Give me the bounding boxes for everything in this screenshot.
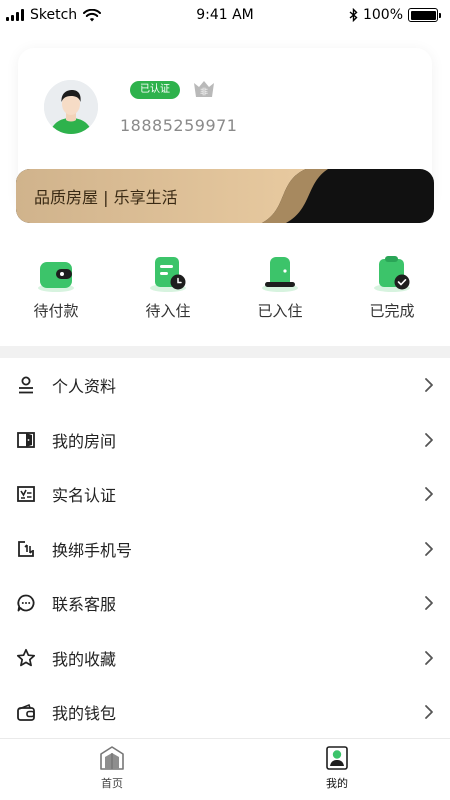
order-status-row: 待付款 待入住 已入住 已完成 (0, 250, 450, 330)
chevron-right-icon (425, 378, 433, 393)
room-door-icon (17, 431, 35, 448)
chevron-right-icon (425, 541, 433, 556)
order-label: 待入住 (145, 302, 191, 320)
profile-icon (19, 376, 33, 394)
wallet-icon (38, 262, 74, 292)
vip-label: 非 (200, 87, 208, 97)
menu-item-wallet[interactable]: 我的钱包 (0, 685, 450, 740)
order-label: 已入住 (257, 302, 303, 320)
chevron-right-icon (425, 596, 433, 611)
phone-swap-icon (18, 540, 34, 557)
promo-banner[interactable]: 品质房屋 | 乐享生活 (16, 169, 434, 223)
status-right: 100% (349, 7, 441, 23)
chevron-right-icon (425, 487, 433, 502)
order-completed[interactable]: 已完成 (336, 250, 448, 321)
section-divider (0, 346, 450, 358)
settings-menu: 个人资料 我的房间 实名认证 换绑手机号 联系客服 我的收藏 我的钱包 (0, 358, 450, 740)
tab-home[interactable]: 首页 (82, 745, 142, 791)
battery-percent: 100% (362, 7, 403, 23)
wallet-outline-icon (17, 704, 35, 722)
chevron-right-icon (425, 432, 433, 447)
banner-text: 品质房屋 | 乐享生活 (34, 188, 178, 207)
menu-item-customer-service[interactable]: 联系客服 (0, 576, 450, 631)
vip-crown-icon: 非 (194, 81, 214, 97)
home-icon (100, 746, 124, 770)
chevron-right-icon (425, 705, 433, 720)
chevron-right-icon (425, 650, 433, 665)
checked-in-icon (262, 257, 298, 292)
menu-item-real-name-verification[interactable]: 实名认证 (0, 467, 450, 522)
menu-label: 我的房间 (52, 431, 117, 451)
id-card-icon (17, 486, 35, 503)
order-pending-checkin[interactable]: 待入住 (112, 250, 224, 321)
phone-number: 18885259971 (120, 116, 238, 135)
user-tab-icon (326, 746, 348, 770)
menu-item-my-room[interactable]: 我的房间 (0, 413, 450, 468)
completed-icon (374, 256, 410, 292)
menu-label: 换绑手机号 (52, 540, 133, 560)
order-pending-payment[interactable]: 待付款 (0, 250, 112, 321)
verified-badge: 已认证 (130, 81, 180, 99)
menu-label: 个人资料 (52, 377, 117, 397)
bottom-tab-bar: 首页 我的 (0, 738, 450, 800)
menu-label: 实名认证 (52, 486, 117, 506)
avatar[interactable] (44, 80, 98, 134)
menu-label: 联系客服 (52, 595, 117, 615)
tab-label: 我的 (326, 777, 348, 790)
menu-label: 我的钱包 (52, 704, 117, 724)
tab-label: 首页 (101, 777, 123, 790)
menu-item-profile[interactable]: 个人资料 (0, 358, 450, 413)
tab-mine[interactable]: 我的 (307, 745, 367, 791)
order-checked-in[interactable]: 已入住 (224, 250, 336, 321)
menu-item-favorites[interactable]: 我的收藏 (0, 631, 450, 686)
bluetooth-icon (349, 8, 358, 22)
chat-bubble-icon (17, 594, 35, 612)
battery-icon (408, 8, 441, 22)
order-label: 已完成 (369, 302, 415, 320)
star-icon (16, 648, 36, 666)
order-label: 待付款 (33, 302, 79, 320)
menu-item-change-phone[interactable]: 换绑手机号 (0, 522, 450, 577)
pending-checkin-icon (150, 257, 186, 292)
menu-label: 我的收藏 (52, 649, 117, 669)
status-bar: Sketch 9:41 AM 100% (0, 0, 450, 34)
avatar-person-icon (44, 80, 98, 134)
